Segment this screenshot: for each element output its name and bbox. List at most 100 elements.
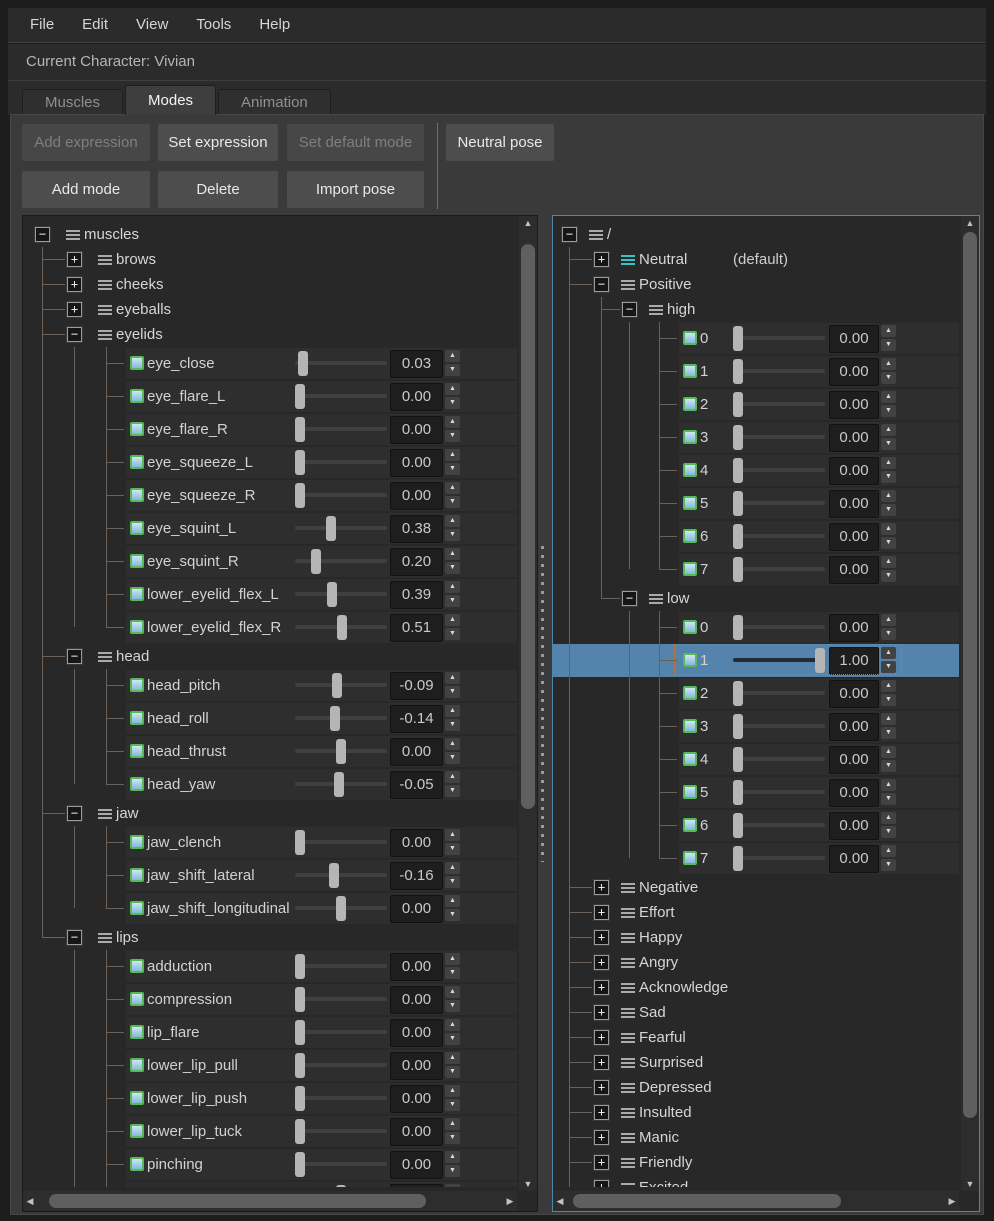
spin-down-icon[interactable]: ▼ <box>445 529 460 541</box>
tree-value-row[interactable]: jaw_clench0.00▲▼ <box>23 826 517 859</box>
expand-icon[interactable]: + <box>594 1005 609 1020</box>
slider-handle[interactable] <box>330 706 340 731</box>
muscle-checkbox[interactable] <box>683 686 697 700</box>
muscle-checkbox[interactable] <box>130 1058 144 1072</box>
tree-group-row[interactable]: +Friendly <box>553 1150 959 1175</box>
spin-up-icon[interactable]: ▲ <box>881 845 896 857</box>
value-slider[interactable] <box>733 846 825 871</box>
muscle-checkbox[interactable] <box>130 678 144 692</box>
value-slider[interactable] <box>733 747 825 772</box>
scroll-right-icon[interactable]: ▶ <box>945 1191 959 1211</box>
item-handle-icon[interactable] <box>66 230 80 240</box>
slider-handle[interactable] <box>733 681 743 706</box>
value-slider[interactable] <box>295 739 387 764</box>
value-slider[interactable] <box>733 425 825 450</box>
muscle-checkbox[interactable] <box>130 1025 144 1039</box>
value-spinbox[interactable]: 0.00 <box>829 614 879 642</box>
value-slider[interactable] <box>295 417 387 442</box>
import-pose-button[interactable]: Import pose <box>287 171 424 208</box>
value-slider[interactable] <box>733 491 825 516</box>
value-slider[interactable] <box>733 714 825 739</box>
tree-value-row[interactable]: 00.00▲▼ <box>553 611 959 644</box>
item-handle-icon[interactable] <box>621 908 635 918</box>
expand-icon[interactable]: + <box>594 980 609 995</box>
item-handle-icon[interactable] <box>621 1183 635 1187</box>
muscle-checkbox[interactable] <box>130 356 144 370</box>
item-handle-icon[interactable] <box>98 809 112 819</box>
value-spinbox[interactable]: 0.39 <box>390 581 443 609</box>
spin-up-icon[interactable]: ▲ <box>445 416 460 428</box>
spin-down-icon[interactable]: ▼ <box>881 826 896 838</box>
spin-down-icon[interactable]: ▼ <box>881 537 896 549</box>
value-spinbox[interactable]: 0.00 <box>390 1052 443 1080</box>
spin-down-icon[interactable]: ▼ <box>881 570 896 582</box>
spin-down-icon[interactable]: ▼ <box>881 339 896 351</box>
tree-value-row[interactable]: 20.00▲▼ <box>553 388 959 421</box>
tree-group-row[interactable]: +cheeks <box>23 272 517 297</box>
slider-handle[interactable] <box>336 739 346 764</box>
value-slider[interactable] <box>295 706 387 731</box>
expand-icon[interactable]: + <box>67 252 82 267</box>
muscle-checkbox[interactable] <box>683 529 697 543</box>
tree-group-row[interactable]: −eyelids <box>23 322 517 347</box>
add-expression-button[interactable]: Add expression <box>22 124 150 161</box>
slider-handle[interactable] <box>295 830 305 855</box>
slider-handle[interactable] <box>298 351 308 376</box>
spin-down-icon[interactable]: ▼ <box>445 430 460 442</box>
value-slider[interactable] <box>295 1119 387 1144</box>
muscle-checkbox[interactable] <box>130 744 144 758</box>
value-spinbox[interactable]: 0.20 <box>390 548 443 576</box>
menu-view[interactable]: View <box>122 8 182 41</box>
muscle-checkbox[interactable] <box>130 777 144 791</box>
item-handle-icon[interactable] <box>621 280 635 290</box>
scroll-down-icon[interactable]: ▼ <box>519 1177 537 1191</box>
muscle-checkbox[interactable] <box>683 463 697 477</box>
tree-value-row[interactable]: 40.00▲▼ <box>553 454 959 487</box>
spin-down-icon[interactable]: ▼ <box>881 727 896 739</box>
value-slider[interactable] <box>733 359 825 384</box>
value-slider[interactable] <box>295 1086 387 1111</box>
value-spinbox[interactable]: 0.00 <box>390 1118 443 1146</box>
set-default-mode-button[interactable]: Set default mode <box>287 124 424 161</box>
spin-up-icon[interactable]: ▲ <box>881 680 896 692</box>
collapse-icon[interactable]: − <box>622 591 637 606</box>
tree-group-row[interactable]: +Effort <box>553 900 959 925</box>
collapse-icon[interactable]: − <box>562 227 577 242</box>
spin-down-icon[interactable]: ▼ <box>881 372 896 384</box>
muscle-checkbox[interactable] <box>683 785 697 799</box>
tree-value-row[interactable]: jaw_shift_lateral-0.16▲▼ <box>23 859 517 892</box>
tree-group-row[interactable]: +Sad <box>553 1000 959 1025</box>
item-handle-icon[interactable] <box>621 1083 635 1093</box>
slider-handle[interactable] <box>733 524 743 549</box>
tree-group-row[interactable]: −/ <box>553 222 959 247</box>
slider-handle[interactable] <box>332 673 342 698</box>
spin-down-icon[interactable]: ▼ <box>445 843 460 855</box>
scroll-right-icon[interactable]: ▶ <box>503 1191 517 1211</box>
spin-down-icon[interactable]: ▼ <box>445 463 460 475</box>
slider-handle[interactable] <box>733 846 743 871</box>
spin-up-icon[interactable]: ▲ <box>881 556 896 568</box>
value-slider[interactable] <box>295 1020 387 1045</box>
muscle-checkbox[interactable] <box>130 488 144 502</box>
spin-down-icon[interactable]: ▼ <box>881 859 896 871</box>
item-handle-icon[interactable] <box>621 1033 635 1043</box>
slider-handle[interactable] <box>733 813 743 838</box>
slider-handle[interactable] <box>733 491 743 516</box>
slider-handle[interactable] <box>336 1185 346 1187</box>
spin-up-icon[interactable]: ▲ <box>445 738 460 750</box>
value-spinbox[interactable]: 0.00 <box>390 1019 443 1047</box>
slider-handle[interactable] <box>733 714 743 739</box>
tree-value-row[interactable]: 60.00▲▼ <box>553 809 959 842</box>
tree-value-row[interactable]: head_yaw-0.05▲▼ <box>23 768 517 801</box>
item-handle-icon[interactable] <box>621 1108 635 1118</box>
spin-up-icon[interactable]: ▲ <box>881 779 896 791</box>
expand-icon[interactable]: + <box>594 1130 609 1145</box>
value-spinbox[interactable]: 0.00 <box>390 1151 443 1179</box>
slider-handle[interactable] <box>295 1119 305 1144</box>
tree-value-row[interactable]: lower_eyelid_flex_R0.51▲▼ <box>23 611 517 644</box>
collapse-icon[interactable]: − <box>35 227 50 242</box>
tree-value-row[interactable]: 11.00▲▼ <box>553 644 959 677</box>
value-slider[interactable] <box>733 557 825 582</box>
value-slider[interactable] <box>295 987 387 1012</box>
slider-handle[interactable] <box>733 780 743 805</box>
